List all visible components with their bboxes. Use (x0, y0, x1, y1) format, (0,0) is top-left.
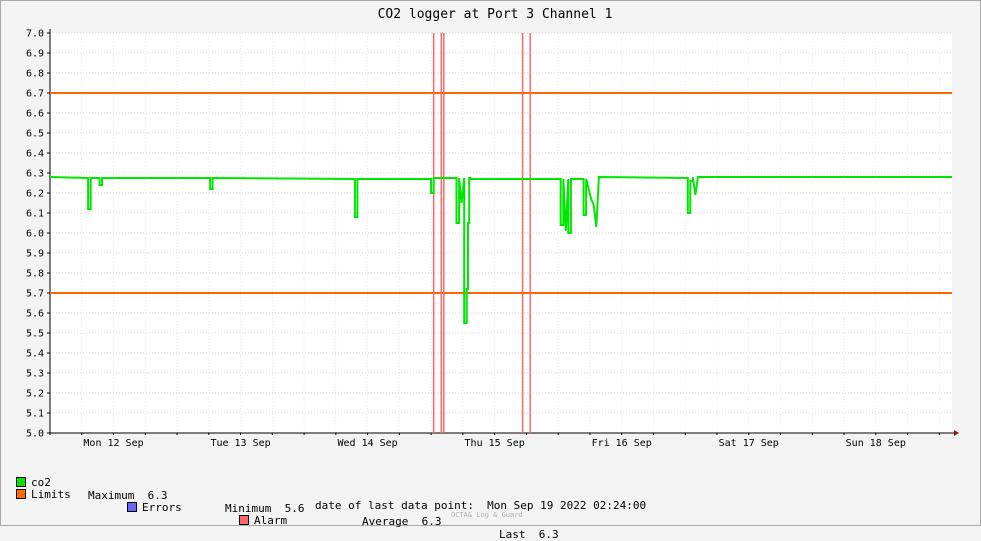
y-tick-label: 6.3 (26, 169, 44, 180)
legend-row-markers: Limits Errors Alarm (16, 475, 287, 527)
y-tick-label: 5.7 (26, 289, 44, 300)
legend-errors: Errors (127, 501, 182, 514)
x-tick-label: Thu 15 Sep (465, 438, 525, 449)
y-tick-label: 6.4 (26, 149, 44, 160)
stat-last-label: Last (499, 528, 526, 541)
y-tick-label: 6.2 (26, 189, 44, 200)
stat-minimum-value: 5.6 (284, 502, 305, 515)
y-tick-label: 5.8 (26, 269, 44, 280)
stat-average: Average 6.3 (362, 515, 441, 528)
y-tick-label: 5.4 (26, 349, 44, 360)
y-tick-label: 5.1 (26, 409, 44, 420)
stat-last: Last 6.3 (499, 528, 559, 541)
x-tick-label: Sun 18 Sep (846, 438, 906, 449)
x-tick-label: Wed 14 Sep (337, 438, 397, 449)
y-tick-label: 6.6 (26, 109, 44, 120)
y-tick-label: 6.8 (26, 69, 44, 80)
y-tick-label: 7.0 (26, 29, 44, 40)
stat-average-value: 6.3 (421, 515, 442, 528)
y-tick-label: 6.5 (26, 129, 44, 140)
y-tick-label: 6.1 (26, 209, 44, 220)
chart-svg: CO2 logger at Port 3 Channel 1 5.0 5.1 5.2… (26, 7, 959, 449)
y-tick-label: 5.6 (26, 309, 44, 320)
y-tick-label: 5.0 (26, 429, 44, 440)
chart-title: CO2 logger at Port 3 Channel 1 (378, 7, 613, 22)
x-tick-label: Fri 16 Sep (592, 438, 652, 449)
errors-swatch (127, 502, 137, 512)
y-tick-label: 5.5 (26, 329, 44, 340)
y-tick-label: 5.2 (26, 389, 44, 400)
alarm-swatch (239, 515, 249, 525)
x-tick-label: Mon 12 Sep (83, 438, 143, 449)
legend-errors-label: Errors (142, 501, 182, 514)
legend-alarm-label: Alarm (254, 514, 288, 527)
legend-alarm: Alarm (239, 514, 287, 527)
y-tick-label: 5.3 (26, 369, 44, 380)
x-tick-label: Sat 17 Sep (719, 438, 779, 449)
y-tick-label: 6.7 (26, 89, 44, 100)
y-tick-label: 6.9 (26, 49, 44, 60)
y-tick-label: 6.0 (26, 229, 44, 240)
y-tick-labels: 5.0 5.1 5.2 5.3 5.4 5.5 5.6 5.7 5.8 5.9 6.0 6.1 6.2 6… (26, 29, 44, 440)
legend-limits: Limits (16, 488, 71, 501)
stat-last-value: 6.3 (538, 528, 559, 541)
x-axis-arrow (954, 430, 959, 436)
y-tick-label: 5.9 (26, 249, 44, 260)
watermark: OCTA& Log & Guard (451, 511, 523, 519)
x-tick-labels: Mon 12 Sep Tue 13 Sep Wed 14 Sep Thu 15 Sep… (83, 438, 905, 449)
limits-swatch (16, 489, 26, 499)
stat-average-label: Average (362, 515, 409, 528)
legend-limits-label: Limits (31, 488, 71, 501)
x-tick-label: Tue 13 Sep (210, 438, 270, 449)
